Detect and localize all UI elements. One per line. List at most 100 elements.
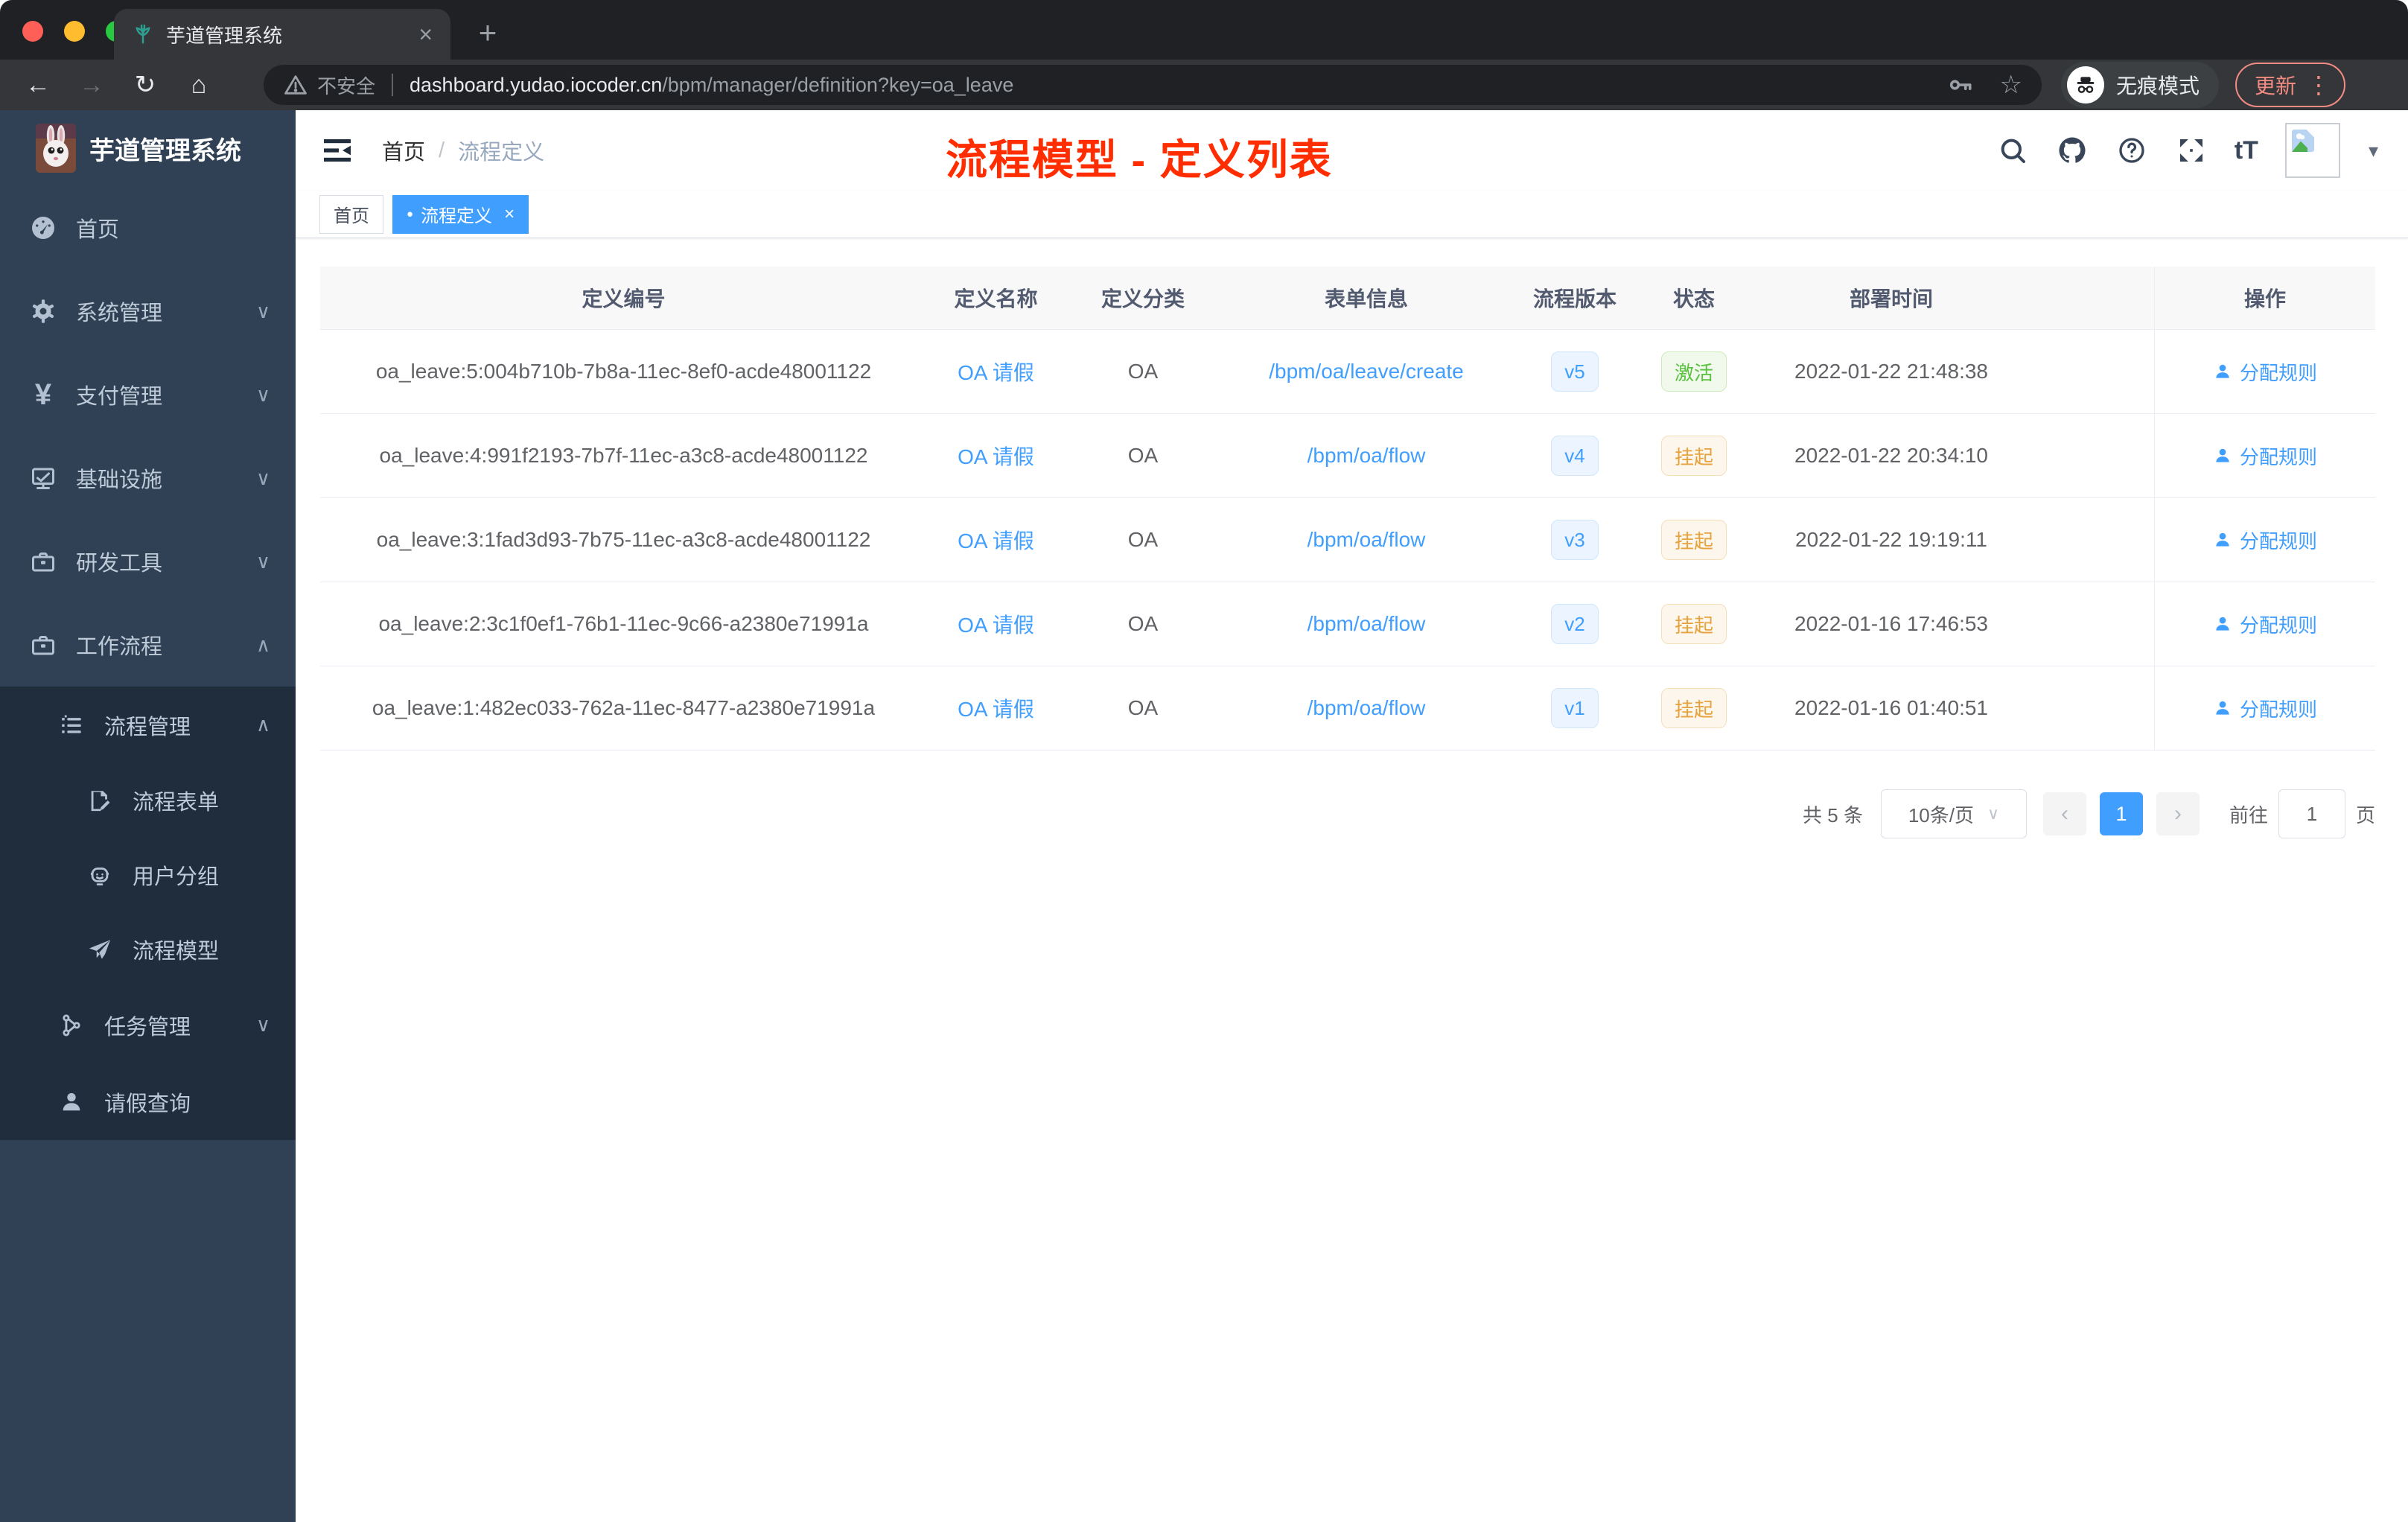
user-icon bbox=[2216, 364, 2229, 378]
not-secure-label[interactable]: 不安全 bbox=[317, 71, 375, 99]
browser-window: 芋道管理系统 × + ← → ↻ ⌂ 不安全 dashboard.yudao.i… bbox=[0, 0, 2408, 1522]
chevron-down-icon: ∨ bbox=[255, 466, 270, 489]
assign-rule-link[interactable]: 分配规则 bbox=[2213, 611, 2317, 638]
definition-name-link[interactable]: OA 请假 bbox=[958, 693, 1034, 723]
sidebar-collapse-icon[interactable] bbox=[319, 133, 355, 168]
form-link[interactable]: /bpm/oa/flow bbox=[1307, 444, 1426, 468]
assign-rule-link[interactable]: 分配规则 bbox=[2213, 695, 2317, 722]
next-page-button[interactable]: › bbox=[2156, 792, 2200, 835]
sidebar-item-label: 流程表单 bbox=[133, 791, 220, 815]
sidebar-item-dev-tools[interactable]: 研发工具 ∨ bbox=[0, 520, 296, 603]
monitor-icon bbox=[25, 465, 61, 491]
tab-close-icon[interactable]: × bbox=[418, 22, 433, 46]
version-tag: v4 bbox=[1551, 436, 1599, 476]
github-icon[interactable] bbox=[2056, 134, 2089, 167]
main-area: 流程模型 - 定义列表 首页 / 流程定义 tT ▾ 首页 ● 流程定义 × 定… bbox=[296, 110, 2408, 1522]
page-size-select[interactable]: 10条/页 ∨ bbox=[1880, 789, 2027, 838]
user-icon bbox=[2216, 617, 2229, 631]
app-logo-row[interactable]: 芋道管理系统 bbox=[0, 110, 296, 186]
tab-title: 芋道管理系统 bbox=[166, 24, 283, 47]
table-row: oa_leave:1:482ec033-762a-11ec-8477-a2380… bbox=[320, 666, 2375, 751]
goto-page-input[interactable] bbox=[2278, 789, 2345, 838]
font-size-icon[interactable]: tT bbox=[2235, 136, 2258, 165]
page-number-button[interactable]: 1 bbox=[2099, 792, 2143, 835]
form-link[interactable]: /bpm/oa/flow bbox=[1307, 696, 1426, 720]
sidebar-item-process-form[interactable]: 流程表单 bbox=[0, 763, 296, 838]
assign-rule-link[interactable]: 分配规则 bbox=[2213, 442, 2317, 470]
user-icon bbox=[2216, 701, 2229, 715]
sidebar-item-label: 支付管理 bbox=[76, 385, 163, 409]
form-link[interactable]: /bpm/oa/leave/create bbox=[1269, 360, 1464, 383]
new-tab-button[interactable]: + bbox=[471, 15, 504, 50]
definition-name-link[interactable]: OA 请假 bbox=[958, 357, 1034, 386]
sidebar-item-label: 流程模型 bbox=[133, 940, 220, 964]
menu-kebab-icon[interactable]: ⋮ bbox=[2307, 71, 2331, 99]
user-icon bbox=[54, 1089, 89, 1115]
sidebar-item-label: 请假查询 bbox=[104, 1092, 191, 1116]
user-avatar[interactable] bbox=[2284, 123, 2340, 178]
column-header: 操作 bbox=[2154, 267, 2375, 329]
sidebar-item-label: 工作流程 bbox=[76, 635, 163, 659]
sidebar-item-home[interactable]: 首页 bbox=[0, 186, 296, 270]
version-tag: v2 bbox=[1551, 604, 1599, 644]
close-window-button[interactable] bbox=[22, 21, 43, 42]
avatar-caret-icon[interactable]: ▾ bbox=[2369, 139, 2378, 162]
column-header: 状态 bbox=[1672, 287, 1715, 311]
update-label: 更新 bbox=[2254, 74, 2296, 98]
tag-label: 流程定义 bbox=[421, 206, 493, 226]
sidebar-item-leave-query[interactable]: 请假查询 bbox=[0, 1063, 296, 1140]
help-icon[interactable] bbox=[2115, 134, 2148, 167]
browser-toolbar: ← → ↻ ⌂ 不安全 dashboard.yudao.iocoder.cn/b… bbox=[0, 60, 2408, 110]
fullscreen-icon[interactable] bbox=[2175, 134, 2208, 167]
update-browser-button[interactable]: 更新 ⋮ bbox=[2235, 63, 2345, 107]
search-icon[interactable] bbox=[1996, 134, 2029, 167]
key-icon[interactable] bbox=[1947, 71, 1974, 98]
definition-id: oa_leave:5:004b710b-7b8a-11ec-8ef0-acde4… bbox=[375, 360, 872, 383]
definition-category: OA bbox=[1127, 696, 1159, 719]
assign-rule-link[interactable]: 分配规则 bbox=[2213, 358, 2317, 386]
annotation-title: 流程模型 - 定义列表 bbox=[946, 136, 1333, 183]
definition-id: oa_leave:3:1fad3d93-7b75-11ec-a3c8-acde4… bbox=[376, 528, 871, 551]
address-bar[interactable]: 不安全 dashboard.yudao.iocoder.cn/bpm/manag… bbox=[264, 65, 2042, 105]
sidebar-item-payment[interactable]: ¥ 支付管理 ∨ bbox=[0, 353, 296, 436]
sidebar-item-label: 用户分组 bbox=[133, 865, 220, 889]
prev-page-button[interactable]: ‹ bbox=[2042, 792, 2086, 835]
incognito-label: 无痕模式 bbox=[2115, 74, 2200, 98]
sidebar-item-infrastructure[interactable]: 基础设施 ∨ bbox=[0, 436, 296, 520]
sidebar-item-process-model[interactable]: 流程模型 bbox=[0, 912, 296, 987]
breadcrumb-separator: / bbox=[439, 138, 445, 162]
tag-close-icon[interactable]: × bbox=[504, 204, 515, 225]
back-icon[interactable]: ← bbox=[21, 68, 55, 102]
dashboard-icon bbox=[25, 214, 61, 241]
table-row: oa_leave:2:3c1f0ef1-76b1-11ec-9c66-a2380… bbox=[320, 582, 2375, 666]
bookmark-star-icon[interactable]: ☆ bbox=[1999, 70, 2022, 100]
tag-home[interactable]: 首页 bbox=[319, 194, 383, 234]
forward-icon[interactable]: → bbox=[74, 68, 109, 102]
column-header: 定义编号 bbox=[582, 287, 666, 311]
breadcrumb-home[interactable]: 首页 bbox=[382, 135, 425, 166]
home-icon[interactable]: ⌂ bbox=[182, 68, 216, 102]
sidebar-item-user-group[interactable]: 用户分组 bbox=[0, 838, 296, 912]
tag-process-definition[interactable]: ● 流程定义 × bbox=[392, 194, 529, 234]
page-size-value: 10条/页 bbox=[1908, 803, 1974, 827]
form-link[interactable]: /bpm/oa/flow bbox=[1307, 528, 1426, 552]
sidebar-item-system[interactable]: 系统管理 ∨ bbox=[0, 270, 296, 353]
active-dot-icon: ● bbox=[407, 208, 414, 220]
chevron-down-icon: ∨ bbox=[255, 550, 270, 573]
version-tag: v3 bbox=[1551, 520, 1599, 560]
definition-name-link[interactable]: OA 请假 bbox=[958, 609, 1034, 639]
sidebar-item-task-management[interactable]: 任务管理 ∨ bbox=[0, 987, 296, 1063]
definition-name-link[interactable]: OA 请假 bbox=[958, 441, 1034, 471]
table-row: oa_leave:4:991f2193-7b7f-11ec-a3c8-acde4… bbox=[320, 414, 2375, 498]
window-controls bbox=[22, 21, 127, 42]
briefcase-icon bbox=[25, 631, 61, 658]
browser-tab[interactable]: 芋道管理系统 × bbox=[114, 9, 450, 60]
sidebar-item-process-management[interactable]: 流程管理 ∧ bbox=[0, 687, 296, 763]
assign-rule-link[interactable]: 分配规则 bbox=[2213, 526, 2317, 554]
sidebar-item-workflow[interactable]: 工作流程 ∧ bbox=[0, 603, 296, 687]
definition-name-link[interactable]: OA 请假 bbox=[958, 525, 1034, 555]
reload-icon[interactable]: ↻ bbox=[128, 68, 162, 102]
minimize-window-button[interactable] bbox=[64, 21, 85, 42]
status-badge: 挂起 bbox=[1660, 688, 1727, 728]
form-link[interactable]: /bpm/oa/flow bbox=[1307, 612, 1426, 636]
